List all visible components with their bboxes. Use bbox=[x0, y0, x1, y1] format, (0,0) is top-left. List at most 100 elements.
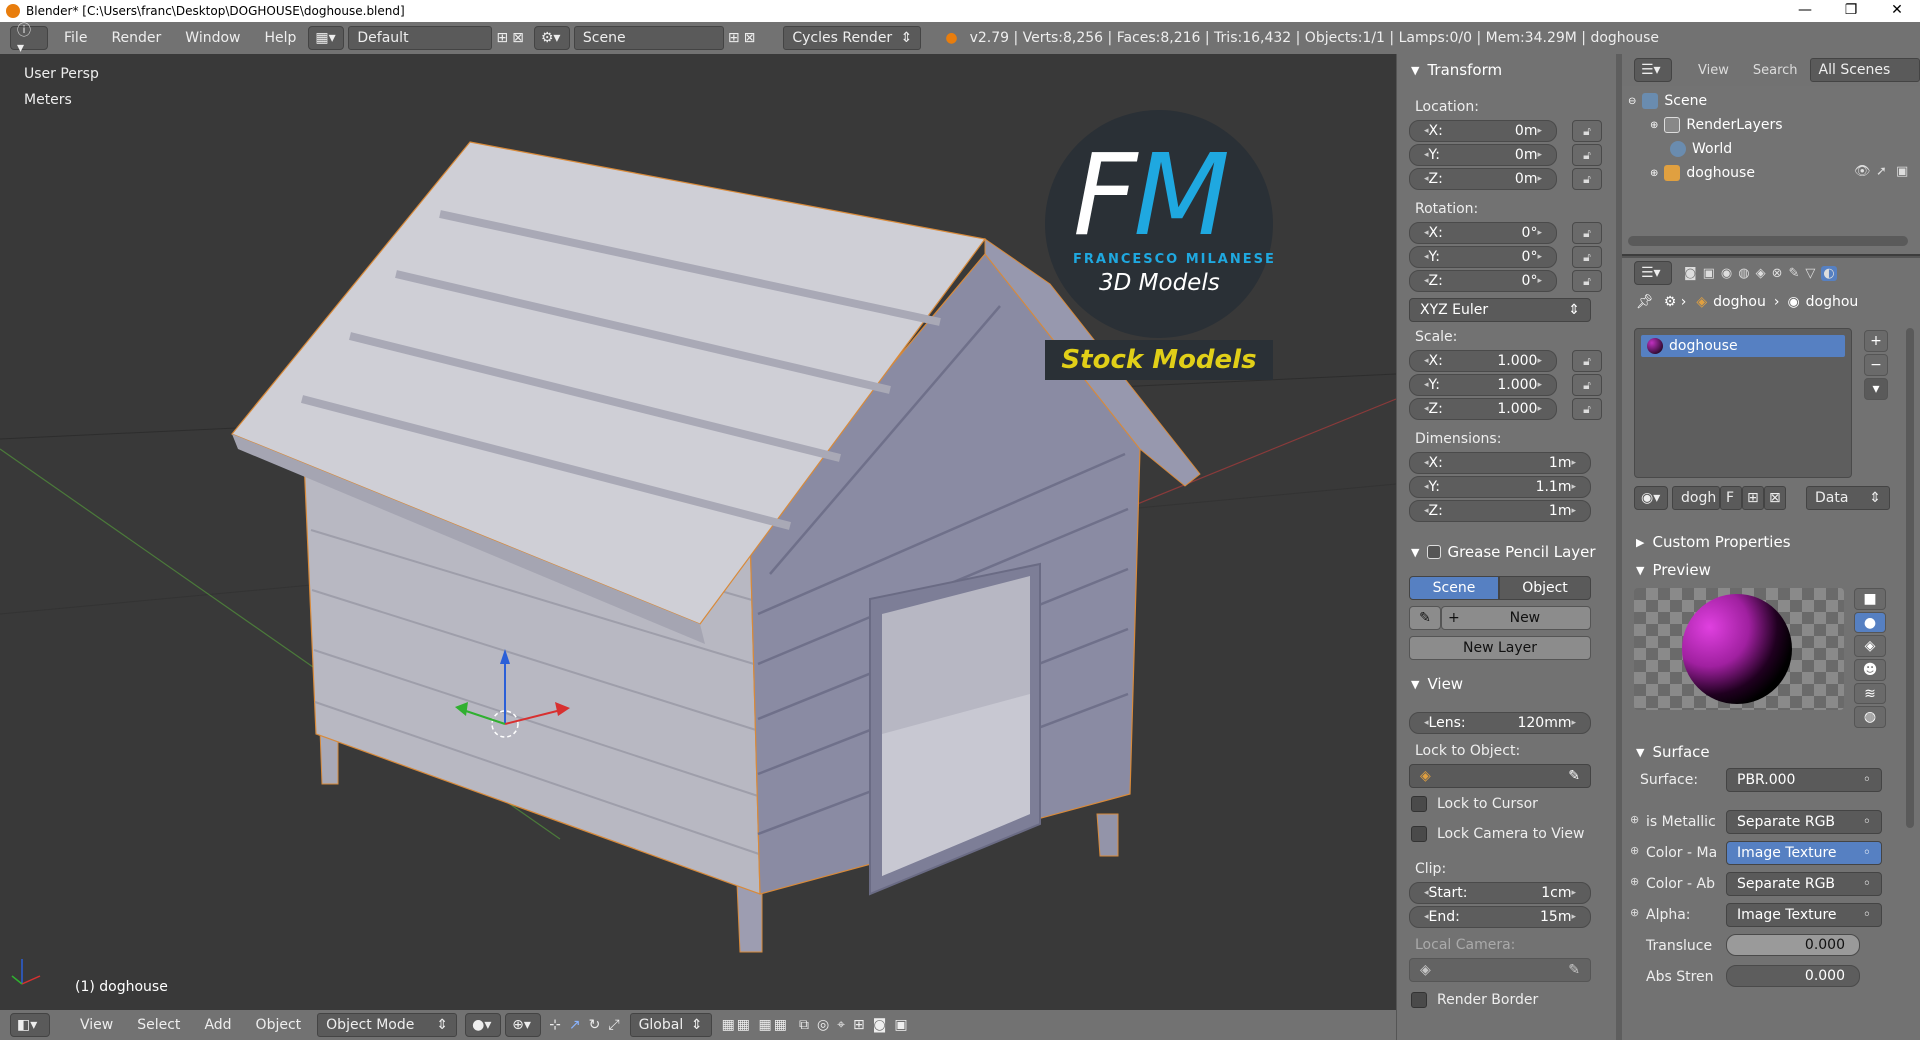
clip-start-field[interactable]: ◂ Start: 1cm ▸ bbox=[1409, 882, 1591, 904]
local-camera-field[interactable]: ◈ ✎ bbox=[1409, 958, 1591, 982]
surface-shader-select[interactable]: PBR.000 ◦ bbox=[1726, 768, 1882, 792]
menu-select[interactable]: Select bbox=[125, 1017, 192, 1033]
color-ma-input-select[interactable]: Image Texture ◦ bbox=[1726, 841, 1882, 865]
sphere-preview-icon[interactable]: ● bbox=[1854, 611, 1886, 634]
lock-icon[interactable]: 🔓︎ bbox=[1572, 168, 1602, 190]
lock-icon[interactable]: 🔓︎ bbox=[1572, 144, 1602, 166]
menu-file[interactable]: File bbox=[52, 30, 99, 46]
material-slot-item[interactable]: doghouse bbox=[1641, 335, 1845, 357]
abs-strength-field[interactable]: 0.000 bbox=[1726, 965, 1860, 987]
rotate-icon[interactable]: ↻ bbox=[589, 1017, 601, 1033]
lock-layers-icon[interactable]: ⧉ bbox=[799, 1017, 809, 1033]
shading-button[interactable]: ●▾ bbox=[465, 1013, 502, 1037]
rotation-y-field[interactable]: ◂ Y: 0° ▸ bbox=[1409, 246, 1557, 268]
lock-icon[interactable]: 🔓︎ bbox=[1572, 398, 1602, 420]
scene-name-field[interactable]: Scene bbox=[573, 26, 724, 50]
scale-z-field[interactable]: ◂ Z: 1.000 ▸ bbox=[1409, 398, 1557, 420]
gp-new-layer-button[interactable]: New Layer bbox=[1409, 636, 1591, 660]
lock-icon[interactable]: 🔓︎ bbox=[1572, 374, 1602, 396]
render-engine-select[interactable]: Cycles Render ⇕ bbox=[783, 26, 922, 50]
socket-toggle-icon[interactable]: ⊕ bbox=[1630, 906, 1639, 919]
menu-object[interactable]: Object bbox=[244, 1017, 314, 1033]
menu-view[interactable]: View bbox=[68, 1017, 125, 1033]
gp-scene-tab[interactable]: Scene bbox=[1409, 576, 1499, 600]
lock-icon[interactable]: 🔓︎ bbox=[1572, 120, 1602, 142]
maximize-button[interactable]: ❐ bbox=[1828, 0, 1874, 22]
delete-layout-icon[interactable]: ⊠ bbox=[512, 30, 524, 46]
socket-toggle-icon[interactable]: ⊕ bbox=[1630, 813, 1639, 826]
outliner-filter-select[interactable]: All Scenes bbox=[1809, 58, 1920, 82]
outliner-scrollbar[interactable] bbox=[1628, 236, 1908, 246]
render-animation-icon[interactable]: ▣ bbox=[894, 1017, 907, 1033]
manipulator-toggle-icon[interactable]: ⊹ bbox=[549, 1017, 561, 1033]
scale-icon[interactable]: ⤢ bbox=[608, 1017, 619, 1033]
view-panel-header[interactable]: ▼ View bbox=[1397, 670, 1463, 698]
preview-panel-header[interactable]: ▼ Preview bbox=[1622, 556, 1711, 584]
monkey-preview-icon[interactable]: ☻ bbox=[1854, 659, 1886, 681]
rotation-mode-select[interactable]: XYZ Euler ⇕ bbox=[1409, 298, 1591, 322]
dimension-x-field[interactable]: ◂ X: 1m ▸ bbox=[1409, 452, 1591, 474]
metallic-input-select[interactable]: Separate RGB ◦ bbox=[1726, 810, 1882, 834]
socket-toggle-icon[interactable]: ⊕ bbox=[1630, 844, 1639, 857]
close-button[interactable]: ✕ bbox=[1874, 0, 1920, 22]
renderable-camera-icon[interactable]: ▣ bbox=[1896, 164, 1908, 179]
flat-preview-icon[interactable]: ■ bbox=[1854, 588, 1886, 610]
scale-y-field[interactable]: ◂ Y: 1.000 ▸ bbox=[1409, 374, 1557, 396]
outliner-view-menu[interactable]: View bbox=[1686, 63, 1741, 78]
add-material-icon[interactable]: ⊞ bbox=[1742, 486, 1764, 510]
pencil-icon[interactable]: ✎ bbox=[1409, 606, 1441, 630]
layers-grid-icon[interactable]: ▦▦ ▦▦ bbox=[722, 1017, 789, 1033]
visibility-eye-icon[interactable]: 👁︎ bbox=[1854, 164, 1871, 179]
pin-icon[interactable]: 📌︎ bbox=[1636, 294, 1654, 310]
outliner-search-menu[interactable]: Search bbox=[1741, 63, 1810, 78]
cube-preview-icon[interactable]: ◈ bbox=[1854, 635, 1886, 658]
color-ab-input-select[interactable]: Separate RGB ◦ bbox=[1726, 872, 1882, 896]
clip-end-field[interactable]: ◂ End: 15m ▸ bbox=[1409, 906, 1591, 928]
outliner-renderlayers-row[interactable]: ⊕ RenderLayers bbox=[1650, 114, 1783, 136]
surface-panel-header[interactable]: ▼ Surface bbox=[1622, 738, 1710, 766]
render-opengl-icon[interactable]: ◙ bbox=[873, 1017, 887, 1033]
lens-field[interactable]: ◂ Lens: 120mm ▸ bbox=[1409, 712, 1591, 734]
fake-user-button[interactable]: F bbox=[1720, 486, 1742, 510]
menu-window[interactable]: Window bbox=[173, 30, 252, 46]
lock-object-field[interactable]: ◈ ✎ bbox=[1409, 764, 1591, 788]
editor-type-button[interactable]: ⓘ ▾ bbox=[10, 23, 48, 56]
translucence-slider[interactable]: 0.000 bbox=[1726, 934, 1860, 956]
dimension-z-field[interactable]: ◂ Z: 1m ▸ bbox=[1409, 500, 1591, 522]
checkbox-checked-icon[interactable] bbox=[1427, 545, 1442, 559]
custom-properties-header[interactable]: ▶ Custom Properties bbox=[1622, 528, 1791, 556]
editor-type-button[interactable]: ☰▾ bbox=[1634, 261, 1672, 285]
add-layout-icon[interactable]: ⊞ bbox=[496, 30, 508, 46]
proportional-edit-icon[interactable]: ◎ bbox=[817, 1017, 829, 1033]
world-preview-icon[interactable]: ◍ bbox=[1854, 706, 1886, 729]
lock-camera-checkbox[interactable] bbox=[1411, 826, 1427, 842]
selectable-cursor-icon[interactable]: ➚ bbox=[1876, 164, 1887, 179]
hair-preview-icon[interactable]: ≋ bbox=[1854, 682, 1886, 705]
outliner-world-row[interactable]: World bbox=[1670, 138, 1732, 160]
socket-toggle-icon[interactable]: ⊕ bbox=[1630, 875, 1639, 888]
editor-type-button[interactable]: ☰▾ bbox=[1634, 58, 1672, 82]
location-z-field[interactable]: ◂ Z: 0m ▸ bbox=[1409, 168, 1557, 190]
translate-icon[interactable]: ↗ bbox=[569, 1017, 581, 1033]
lock-icon[interactable]: 🔓︎ bbox=[1572, 350, 1602, 372]
layout-name-field[interactable]: Default bbox=[348, 26, 493, 50]
context-tab-icons[interactable]: ◙▣◉◍◈⊗✎▽ bbox=[1684, 266, 1821, 281]
mode-select[interactable]: Object Mode ⇕ bbox=[317, 1013, 458, 1037]
material-tab-icon[interactable]: ◐ bbox=[1821, 265, 1837, 281]
snap-icon[interactable]: ⌖ bbox=[837, 1017, 845, 1033]
slot-specials-button[interactable]: ▾ bbox=[1864, 378, 1888, 400]
scene-selector-button[interactable]: ⚙▾ bbox=[533, 26, 570, 50]
material-browse-button[interactable]: ◉▾ bbox=[1634, 486, 1668, 510]
transform-panel-header[interactable]: ▼ Transform bbox=[1397, 56, 1502, 84]
pivot-button[interactable]: ⊕▾ bbox=[505, 1013, 542, 1037]
snap-element-icon[interactable]: ⊞ bbox=[853, 1017, 865, 1033]
outliner-doghouse-row[interactable]: ⊕ doghouse bbox=[1650, 162, 1755, 184]
editor-type-button[interactable]: ◧▾ bbox=[10, 1013, 50, 1037]
alpha-input-select[interactable]: Image Texture ◦ bbox=[1726, 903, 1882, 927]
add-slot-button[interactable]: + bbox=[1864, 330, 1888, 352]
location-y-field[interactable]: ◂ Y: 0m ▸ bbox=[1409, 144, 1557, 166]
unlink-material-icon[interactable]: ⊠ bbox=[1764, 486, 1786, 510]
lock-icon[interactable]: 🔓︎ bbox=[1572, 270, 1602, 292]
gp-object-tab[interactable]: Object bbox=[1499, 576, 1591, 600]
menu-add[interactable]: Add bbox=[192, 1017, 243, 1033]
